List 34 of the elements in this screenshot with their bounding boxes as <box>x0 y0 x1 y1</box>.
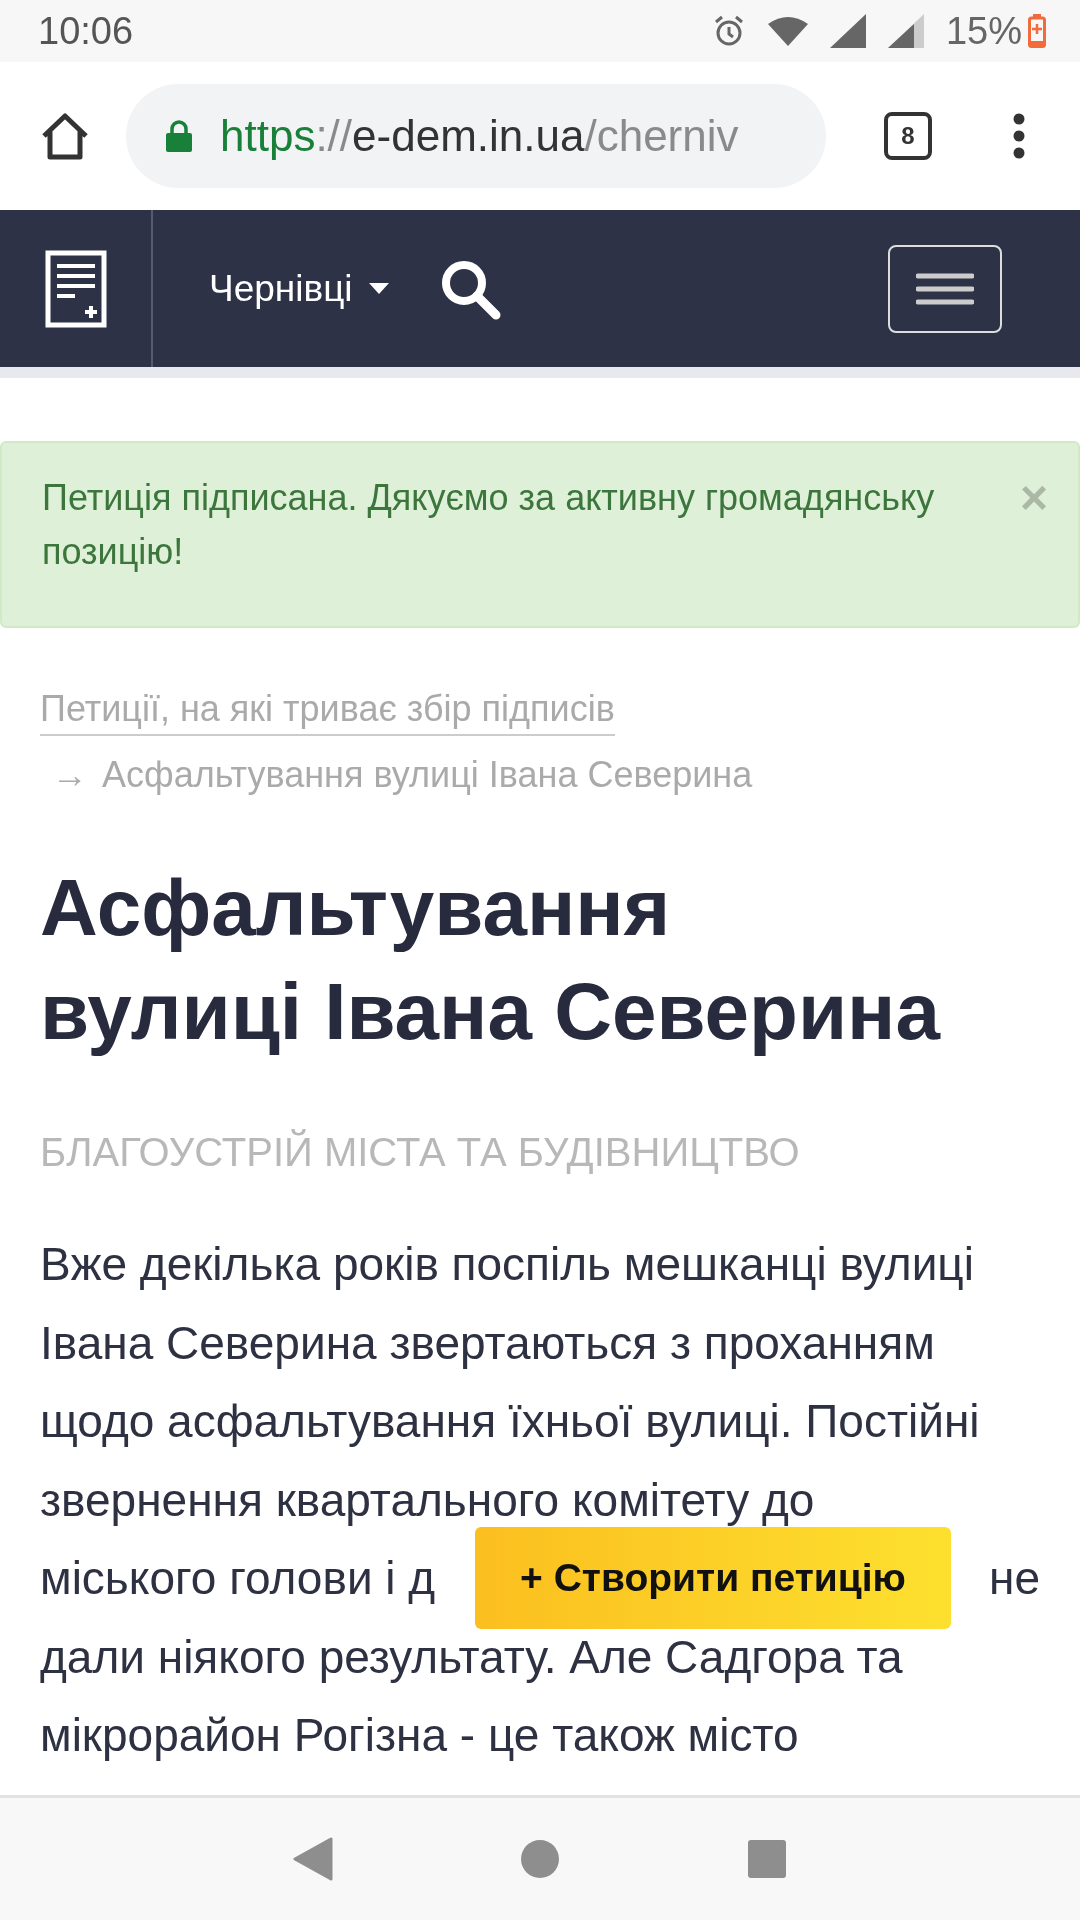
caret-icon <box>368 283 389 294</box>
petition-title: вулиці Івана Северина <box>40 966 940 1058</box>
back-icon[interactable] <box>293 1837 334 1881</box>
url-text: https://e-dem.in.ua/cherniv <box>220 111 739 161</box>
signal-icon <box>887 14 924 48</box>
menu-icon <box>916 271 974 306</box>
clock-time: 10:06 <box>38 9 134 53</box>
petition-title: Асфальтування <box>40 862 671 954</box>
paragraph-line: Вже декілька років поспіль мешканці вулиці <box>40 1237 974 1292</box>
more-options-icon[interactable] <box>1012 113 1026 159</box>
battery-percent: 15% <box>945 9 1022 53</box>
wifi-icon <box>767 16 808 46</box>
paragraph-line: дали ніякого результату. Але Садгора та <box>40 1629 903 1685</box>
paragraph-line: звернення квартального комітету до <box>40 1472 815 1528</box>
home-icon[interactable] <box>40 112 90 160</box>
breadcrumb-arrow: → <box>52 754 88 796</box>
document-icon[interactable] <box>44 249 107 328</box>
address-bar[interactable]: https://e-dem.in.ua/cherniv <box>126 84 826 188</box>
paragraph-line: міського голови і д <box>40 1551 436 1606</box>
battery-icon <box>1028 14 1046 48</box>
city-dropdown[interactable]: Чернівці <box>209 267 389 310</box>
paragraph-line: Івана Северина звертаються з проханням <box>40 1315 935 1371</box>
menu-button[interactable] <box>888 244 1002 333</box>
paragraph-line: мікрорайон Рогізна - це також місто <box>40 1708 799 1763</box>
recents-icon[interactable] <box>746 1839 787 1879</box>
lock-icon <box>166 120 192 152</box>
tab-count-button[interactable]: 8 <box>884 112 932 160</box>
petition-category: БЛАГОУСТРІЙ МІСТА ТА БУДІВНИЦТВО <box>40 1130 801 1175</box>
paragraph-line: щодо асфальтування їхньої вулиці. Постійні <box>40 1394 980 1449</box>
paragraph-line: не <box>989 1551 1040 1606</box>
signal-icon <box>829 14 866 48</box>
create-petition-button[interactable]: + Створити петицію <box>475 1527 951 1629</box>
alert-message: Петиція підписана. Дякуємо за активну громадянську позицію! <box>42 476 936 574</box>
breadcrumb-current: Асфальтування вулиці Івана Северина <box>102 754 753 796</box>
